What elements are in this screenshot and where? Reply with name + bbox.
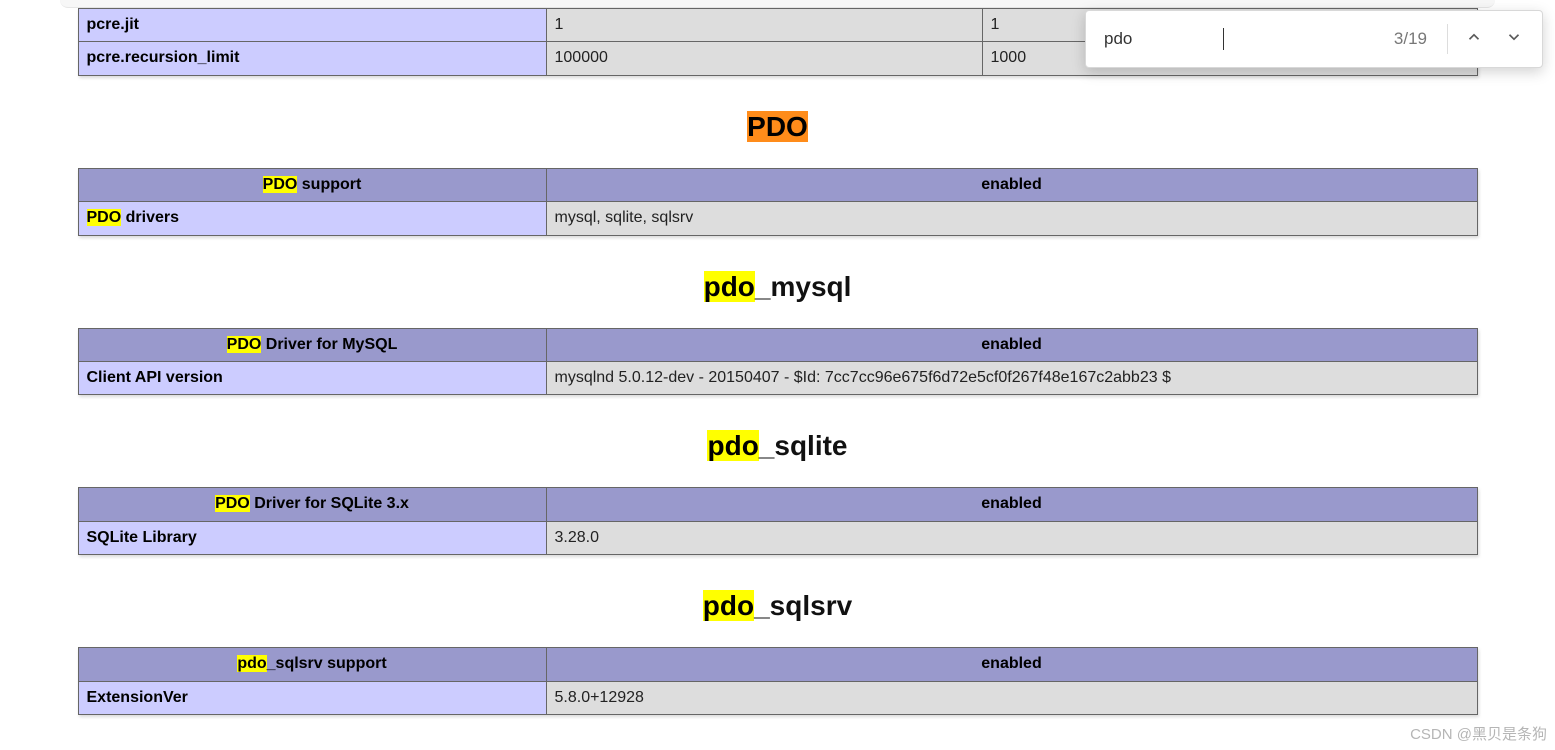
heading-rest: _sqlsrv [754,590,852,621]
row-name-rest: SQLite Library [87,529,197,546]
header-left: PDO support [78,168,546,201]
header-right: enabled [546,648,1477,681]
header-right: enabled [546,168,1477,201]
row-name-rest: drivers [121,209,179,226]
search-highlight: PDO [747,111,808,142]
row-name-rest: Client API version [87,369,223,386]
row-value: 3.28.0 [546,521,1477,554]
browser-chrome-hint [60,0,1495,8]
header-left-rest: Driver for MySQL [261,336,397,353]
search-highlight: pdo [707,430,758,461]
row-value: mysql, sqlite, sqlsrv [546,202,1477,235]
section-heading-pdo_sqlsrv: pdo_sqlsrv [78,590,1478,622]
header-left-rest: Driver for SQLite 3.x [250,495,409,512]
row-value: mysqlnd 5.0.12-dev - 20150407 - $Id: 7cc… [546,361,1477,394]
row-name-rest: ExtensionVer [87,689,188,706]
watermark: CSDN @黑贝是条狗 [1410,723,1547,744]
row-name: PDO drivers [78,202,546,235]
table-header-row: PDO Driver for MySQLenabled [78,328,1477,361]
search-highlight: PDO [263,176,298,193]
header-right: enabled [546,328,1477,361]
header-left: PDO Driver for SQLite 3.x [78,488,546,521]
row-name: ExtensionVer [78,681,546,714]
header-left: pdo_sqlsrv support [78,648,546,681]
section-table-pdo_sqlite: PDO Driver for SQLite 3.xenabledSQLite L… [78,487,1478,555]
find-prev-button[interactable] [1454,19,1494,59]
header-right: enabled [546,488,1477,521]
search-highlight: pdo [237,655,266,672]
heading-rest: _mysql [755,271,852,302]
table-row: PDO driversmysql, sqlite, sqlsrv [78,202,1477,235]
section-heading-pdo_sqlite: pdo_sqlite [78,430,1478,462]
chevron-up-icon [1465,28,1483,51]
table-header-row: PDO Driver for SQLite 3.xenabled [78,488,1477,521]
table-row: ExtensionVer 5.8.0+12928 [78,681,1477,714]
directive-local-value: 100000 [546,42,982,75]
phpinfo-content: pcre.jit11pcre.recursion_limit1000001000… [78,8,1478,715]
text-caret [1223,28,1224,50]
table-header-row: PDO supportenabled [78,168,1477,201]
table-row: Client API version mysqlnd 5.0.12-dev - 2… [78,361,1477,394]
search-highlight: pdo [704,271,755,302]
chevron-down-icon [1505,28,1523,51]
search-highlight: pdo [703,590,754,621]
header-left-rest: support [297,176,361,193]
find-input[interactable] [1104,27,1224,51]
search-highlight: PDO [215,495,250,512]
section-heading-pdo_mysql: pdo_mysql [78,271,1478,303]
heading-rest: _sqlite [759,430,848,461]
directive-name: pcre.recursion_limit [78,42,546,75]
find-next-button[interactable] [1494,19,1534,59]
search-highlight: PDO [87,209,122,226]
section-heading-pdo: PDO [78,111,1478,143]
section-table-pdo_sqlsrv: pdo_sqlsrv supportenabledExtensionVer5.8… [78,647,1478,715]
header-left-rest: _sqlsrv support [267,655,387,672]
row-name: SQLite Library [78,521,546,554]
section-table-pdo: PDO supportenabledPDO driversmysql, sqli… [78,168,1478,236]
find-in-page-bar: 3/19 [1085,10,1543,68]
section-table-pdo_mysql: PDO Driver for MySQLenabledClient API ve… [78,328,1478,396]
table-row: SQLite Library 3.28.0 [78,521,1477,554]
row-value: 5.8.0+12928 [546,681,1477,714]
header-left: PDO Driver for MySQL [78,328,546,361]
directive-name: pcre.jit [78,9,546,42]
search-highlight: PDO [227,336,262,353]
divider [1447,24,1448,54]
table-header-row: pdo_sqlsrv supportenabled [78,648,1477,681]
find-input-wrap[interactable] [1104,27,1394,51]
row-name: Client API version [78,361,546,394]
find-match-count: 3/19 [1394,29,1427,49]
directive-local-value: 1 [546,9,982,42]
